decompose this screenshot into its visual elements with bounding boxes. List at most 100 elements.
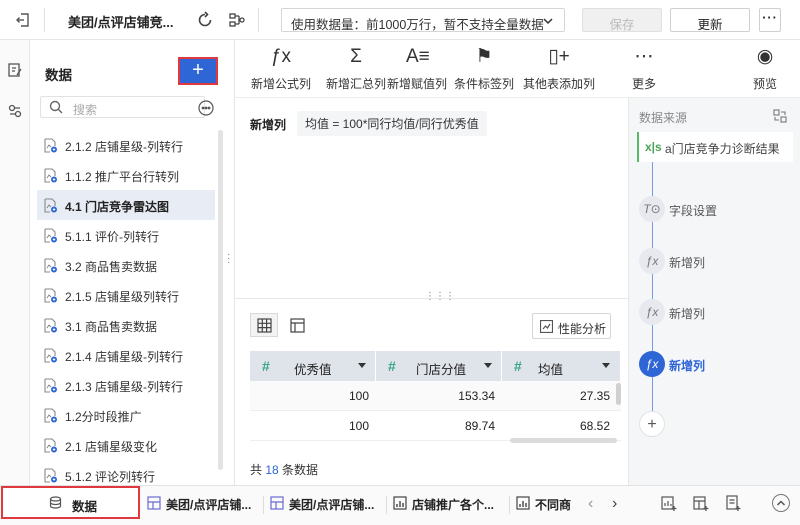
relation-icon[interactable]	[7, 103, 23, 119]
refresh-icon[interactable]	[196, 11, 214, 29]
sort-dropdown-icon[interactable]	[602, 363, 610, 368]
data-list-item[interactable]: 3.2 商品售卖数据	[37, 250, 215, 280]
number-field-icon: #	[262, 358, 270, 374]
update-button[interactable]: 更新	[670, 8, 750, 32]
table-cell: 68.52	[579, 419, 610, 433]
tab-data[interactable]: 数据	[1, 486, 140, 519]
add-column-from-table-button[interactable]: ▯+ 其他表添加列	[523, 46, 595, 92]
performance-analysis-button[interactable]: 性能分析	[532, 313, 611, 339]
pipeline-step[interactable]: ƒx 新增列	[637, 349, 793, 379]
sort-dropdown-icon[interactable]	[484, 363, 492, 368]
chevron-down-icon	[543, 18, 553, 25]
add-assign-column-button[interactable]: A≡ 新增赋值列	[387, 46, 447, 92]
dashboard-icon	[270, 496, 284, 510]
expand-tabs-button[interactable]	[772, 494, 790, 512]
performance-analysis-label: 性能分析	[558, 322, 607, 336]
tab-sheet[interactable]: 不同商	[510, 486, 572, 525]
add-component-icon[interactable]	[660, 494, 678, 512]
grid-view-button[interactable]	[250, 313, 278, 337]
more-options-icon[interactable]	[198, 100, 214, 116]
add-condition-tag-column-button[interactable]: ⚑ 条件标签列	[454, 46, 514, 92]
search-box[interactable]: 搜索	[40, 96, 205, 118]
add-column-from-table-label: 其他表添加列	[523, 77, 596, 91]
formula-expression[interactable]: 均值 = 100*同行均值/同行优秀值	[297, 111, 487, 136]
column-header[interactable]: # 优秀值	[250, 351, 376, 381]
chevron-up-icon	[776, 500, 786, 506]
more-button[interactable]: ···	[759, 8, 781, 32]
data-list-item-label: 5.1.2 评论列转行	[65, 470, 156, 484]
tab-next-icon[interactable]: ›	[612, 495, 617, 513]
edit-doc-icon[interactable]	[7, 62, 23, 78]
assign-icon: A≡	[406, 46, 430, 67]
add-condition-tag-column-label: 条件标签列	[454, 77, 515, 91]
add-formula-column-label: 新增公式列	[251, 77, 312, 91]
add-summary-column-button[interactable]: Σ 新增汇总列	[326, 46, 386, 92]
data-list-item[interactable]: 4.1 门店竞争雷达图	[37, 190, 215, 220]
left-icon-strip	[0, 40, 30, 485]
more-icon: ⋯	[634, 46, 654, 67]
panel-resize-handle[interactable]: · · ·	[227, 250, 233, 268]
add-data-button[interactable]: +	[178, 57, 218, 85]
table-row: 100 89.74 68.52	[250, 411, 621, 441]
pipeline-step-label: 字段设置	[669, 204, 718, 218]
preview-button[interactable]: ◉ 预览	[753, 46, 777, 92]
data-list-item[interactable]: 2.1.3 店铺星级-列转行	[37, 370, 215, 400]
layout-icon	[290, 318, 305, 333]
table-row: 100 153.34 27.35	[250, 381, 621, 411]
column-header[interactable]: # 门店分值	[376, 351, 502, 381]
add-dashboard-icon[interactable]	[692, 494, 710, 512]
data-list-item[interactable]: 2.1.2 店铺星级-列转行	[37, 130, 215, 160]
tab-sheet-label: 美团/点评店铺...	[166, 498, 252, 512]
exit-icon[interactable]	[14, 11, 32, 29]
pipeline-step-label: 新增列	[669, 307, 706, 321]
column-header[interactable]: # 均值	[502, 351, 621, 381]
function-icon: ƒx	[270, 46, 292, 67]
data-mode-value: 使用数据量：前1000万行，暂不支持全量数据	[291, 18, 544, 32]
add-step-button[interactable]: +	[639, 411, 665, 437]
data-list-item[interactable]: 1.1.2 推广平台行转列	[37, 160, 215, 190]
data-list-item[interactable]: 2.1.4 店铺星级-列转行	[37, 340, 215, 370]
table-horizontal-scrollbar[interactable]	[510, 438, 617, 443]
data-list: 2.1.2 店铺星级-列转行 1.1.2 推广平台行转列 4.1 门店竞争雷达图 5.…	[37, 130, 215, 490]
data-list-item[interactable]: 1.2分时段推广	[37, 400, 215, 430]
add-formula-column-button[interactable]: ƒx 新增公式列	[251, 46, 311, 92]
formula-label: 新增列	[250, 118, 287, 132]
number-field-icon: #	[514, 358, 522, 374]
layout-toggle-icon[interactable]	[773, 109, 787, 123]
top-bar: 美团/点评店铺竞... 使用数据量：前1000万行，暂不支持全量数据 保存 更新…	[0, 0, 800, 40]
save-button[interactable]: 保存	[582, 8, 662, 32]
function-icon: ƒx	[639, 299, 665, 325]
pipeline-step[interactable]: ƒx 新增列	[637, 246, 793, 276]
data-list-scrollbar[interactable]	[218, 130, 223, 470]
tab-sheet[interactable]: 店铺推广各个...	[387, 486, 510, 525]
excel-icon: x|s	[645, 140, 662, 154]
layout-view-button[interactable]	[283, 313, 311, 337]
more-tools-button[interactable]: ⋯ 更多	[632, 46, 656, 92]
data-list-item[interactable]: 2.1.5 店铺星级列转行	[37, 280, 215, 310]
tab-sheet-label: 店铺推广各个...	[412, 498, 495, 512]
lineage-icon[interactable]	[228, 11, 246, 29]
add-table-icon: ▯+	[548, 46, 570, 67]
add-summary-column-label: 新增汇总列	[326, 77, 387, 91]
pipeline-step[interactable]: ƒx 新增列	[637, 297, 793, 327]
tab-sheet[interactable]: 美团/点评店铺...	[264, 486, 387, 525]
tab-sheet[interactable]: 美团/点评店铺...	[141, 486, 264, 525]
dataset-icon	[44, 348, 57, 363]
table-vertical-scrollbar[interactable]	[616, 383, 621, 405]
flag-icon: ⚑	[475, 46, 493, 67]
data-list-item-label: 1.1.2 推广平台行转列	[65, 170, 180, 184]
data-list-item[interactable]: 3.1 商品售卖数据	[37, 310, 215, 340]
source-file[interactable]: x|s a门店竞争力诊断结果	[637, 132, 793, 162]
data-list-item-label: 2.1.5 店铺星级列转行	[65, 290, 180, 304]
data-list-item[interactable]: 5.1.1 评价-列转行	[37, 220, 215, 250]
data-mode-select[interactable]: 使用数据量：前1000万行，暂不支持全量数据	[281, 8, 565, 32]
split-resize-handle[interactable]: ⋮⋮⋮	[425, 291, 455, 302]
sort-dropdown-icon[interactable]	[358, 363, 366, 368]
tab-prev-icon[interactable]: ‹	[588, 495, 593, 513]
add-report-icon[interactable]	[724, 494, 742, 512]
table-cell: 100	[348, 389, 369, 403]
grid-icon	[257, 318, 272, 333]
data-list-item[interactable]: 2.1 店铺星级变化	[37, 430, 215, 460]
data-source-label: 数据来源	[639, 111, 688, 125]
pipeline-step[interactable]: T⊙ 字段设置	[637, 194, 793, 224]
